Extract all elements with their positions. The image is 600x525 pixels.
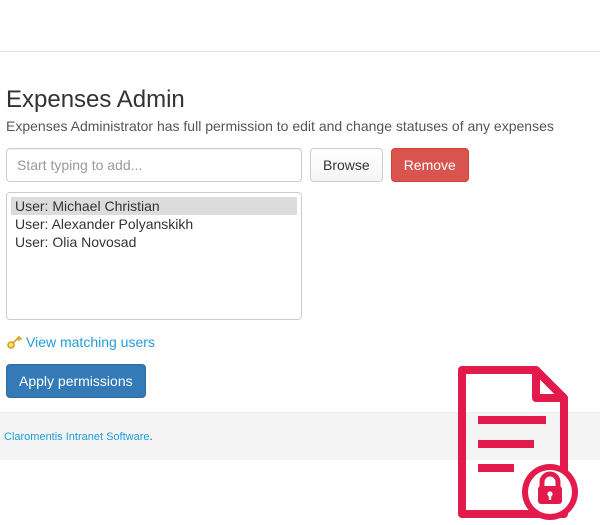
key-icon: [6, 334, 22, 350]
browse-button[interactable]: Browse: [310, 148, 383, 182]
add-user-row: Browse Remove: [6, 148, 594, 182]
user-listbox[interactable]: User: Michael Christian User: Alexander …: [6, 192, 302, 320]
remove-button[interactable]: Remove: [391, 148, 469, 182]
main-content: Expenses Admin Expenses Administrator ha…: [0, 52, 600, 398]
page-subtitle: Expenses Administrator has full permissi…: [6, 118, 594, 134]
view-matching-users-link[interactable]: View matching users: [26, 334, 155, 350]
list-item[interactable]: User: Alexander Polyanskikh: [11, 215, 297, 233]
list-item[interactable]: User: Michael Christian: [11, 197, 297, 215]
apply-permissions-button[interactable]: Apply permissions: [6, 364, 146, 398]
footer-period: .: [150, 431, 153, 443]
top-bar: [0, 0, 600, 52]
page-title: Expenses Admin: [6, 86, 594, 114]
footer-link[interactable]: Claromentis Intranet Software: [4, 431, 150, 443]
list-item[interactable]: User: Olia Novosad: [11, 233, 297, 251]
document-lock-icon: [450, 364, 578, 522]
add-user-input[interactable]: [6, 148, 302, 182]
view-matching-row: View matching users: [6, 334, 594, 350]
